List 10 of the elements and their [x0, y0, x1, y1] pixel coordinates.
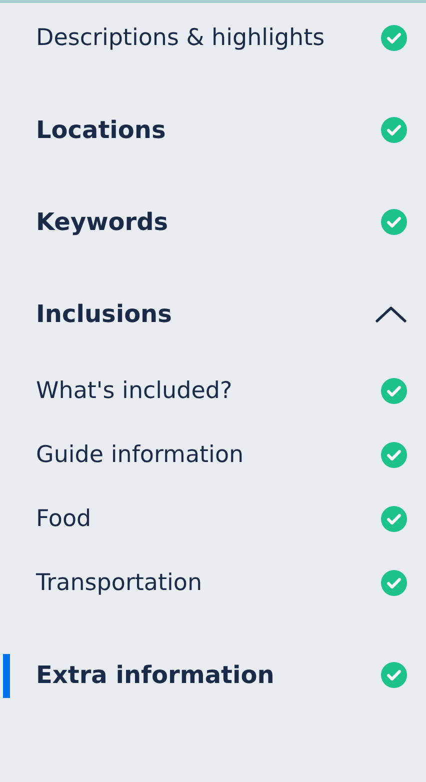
nav-subitem[interactable]: Guide information [0, 431, 426, 479]
nav-item[interactable]: Keywords [0, 198, 426, 246]
nav-item[interactable]: Inclusions [0, 290, 426, 338]
nav-subitem[interactable]: What's included? [0, 367, 426, 415]
chevron-up-icon[interactable] [375, 305, 407, 323]
nav-subitem[interactable]: Food [0, 495, 426, 543]
nav-item[interactable]: Locations [0, 106, 426, 154]
nav-item[interactable]: Descriptions & highlights [0, 14, 426, 62]
nav-subitem[interactable]: Transportation [0, 559, 426, 607]
active-nav-item[interactable]: Extra information [0, 651, 426, 699]
